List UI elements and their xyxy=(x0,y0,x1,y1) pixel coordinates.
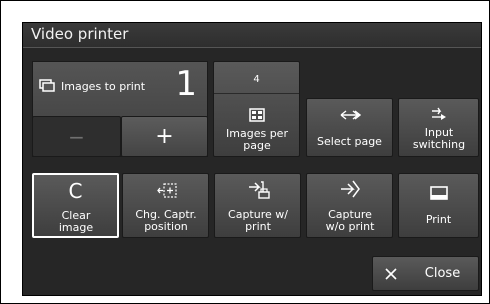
capture-position-icon xyxy=(157,183,177,198)
print-button[interactable]: Print xyxy=(398,173,479,238)
input-switch-icon xyxy=(432,107,446,120)
decrement-button[interactable]: − xyxy=(32,116,121,157)
page-arrows-icon xyxy=(340,110,361,120)
close-button[interactable]: Close xyxy=(372,256,479,291)
print-label: Print xyxy=(425,213,452,226)
dialog-title: Video printer xyxy=(31,25,129,43)
images-to-print-count: 1 xyxy=(175,64,197,104)
clear-image-label: Clear image xyxy=(58,209,94,234)
capture-print-icon xyxy=(249,181,270,199)
chg-capture-position-label: Chg. Captr. position xyxy=(135,208,197,233)
divider xyxy=(214,93,299,94)
plus-label: + xyxy=(155,124,174,149)
capture-without-print-label: Capture w/o print xyxy=(325,208,375,233)
chg-capture-position-button[interactable]: Chg. Captr. position xyxy=(122,173,209,238)
close-label: Close xyxy=(424,266,461,281)
images-per-page-value: 4 xyxy=(253,74,260,85)
images-to-print-label: Images to print xyxy=(61,80,146,93)
images-icon xyxy=(39,79,55,92)
minus-label: − xyxy=(68,125,85,149)
input-switching-label: Input switching xyxy=(412,126,466,151)
capture-without-print-button[interactable]: Capture w/o print xyxy=(306,173,393,238)
capture-icon xyxy=(341,180,360,198)
print-icon xyxy=(430,186,448,200)
capture-with-print-button[interactable]: Capture w/ print xyxy=(214,173,301,238)
select-page-label: Select page xyxy=(317,135,382,148)
title-bar: Video printer xyxy=(23,23,481,48)
close-icon xyxy=(385,268,397,280)
clear-image-button[interactable]: C Clear image xyxy=(32,173,119,238)
images-per-page-button[interactable]: 4 Images per page xyxy=(213,61,300,157)
grid-icon xyxy=(249,108,265,122)
capture-with-print-label: Capture w/ print xyxy=(228,208,288,233)
images-per-page-label: Images per page xyxy=(226,127,288,152)
input-switching-button[interactable]: Input switching xyxy=(398,98,479,157)
select-page-button[interactable]: Select page xyxy=(306,98,393,157)
increment-button[interactable]: + xyxy=(121,116,208,157)
clear-image-letter: C xyxy=(68,179,83,203)
video-printer-dialog: Video printer Images to print 1 − + 4 Im… xyxy=(22,22,482,296)
